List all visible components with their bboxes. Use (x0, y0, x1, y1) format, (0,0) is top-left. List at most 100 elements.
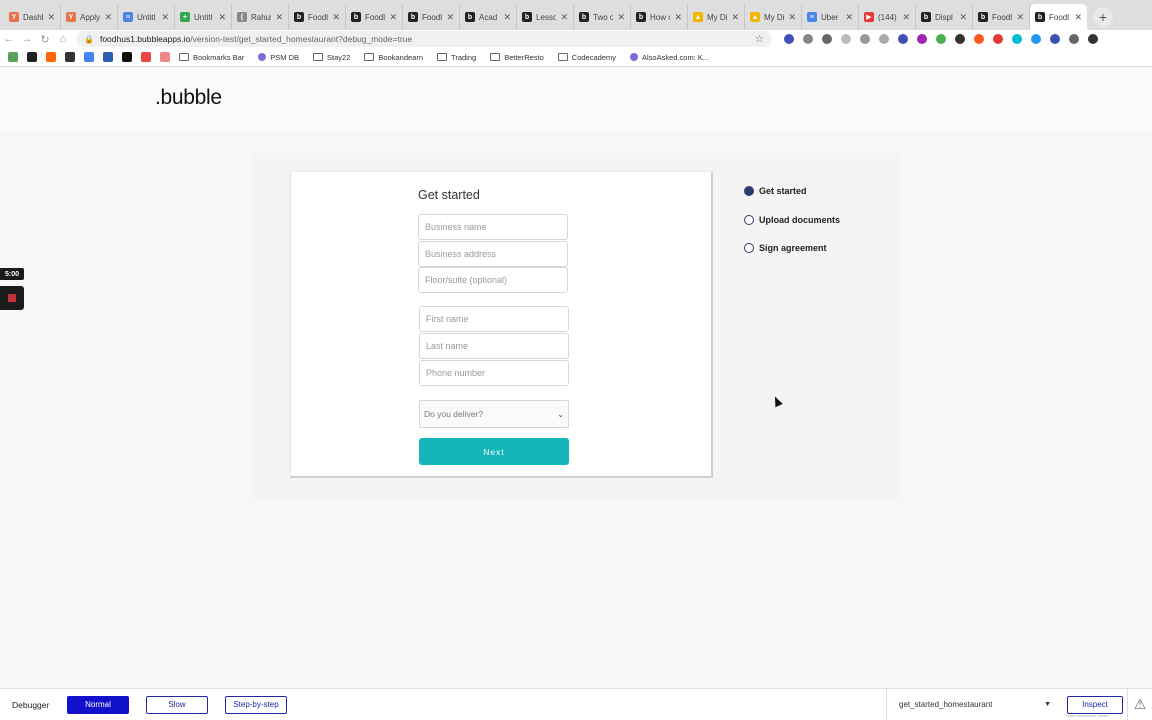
new-tab-button[interactable]: + (1093, 7, 1113, 27)
business-address-input[interactable] (418, 241, 568, 267)
browser-tab[interactable]: ≡ Untitl ✕ (118, 4, 175, 30)
extension-icon[interactable] (974, 34, 984, 44)
close-icon[interactable]: ✕ (104, 12, 112, 23)
browser-tab[interactable]: b Acad ✕ (460, 4, 517, 30)
bookmark-star-icon[interactable]: ☆ (755, 34, 764, 45)
close-icon[interactable]: ✕ (389, 12, 397, 23)
extension-icon[interactable] (917, 34, 927, 44)
bookmark-favicon-icon[interactable] (65, 52, 75, 62)
step-item[interactable]: Sign agreement (744, 241, 840, 255)
page-selector[interactable]: get_started_homestaurant ▼ (895, 695, 1055, 715)
close-icon[interactable]: ✕ (47, 12, 55, 23)
extension-icon[interactable] (1069, 34, 1079, 44)
close-icon[interactable]: ✕ (332, 12, 340, 23)
browser-tab[interactable]: b Displ ✕ (916, 4, 973, 30)
bookmark-favicon-icon[interactable] (141, 52, 151, 62)
extension-icon[interactable] (1088, 34, 1098, 44)
browser-tab[interactable]: + Untitl ✕ (175, 4, 232, 30)
bubble-logo[interactable]: .bubble (155, 86, 222, 110)
bookmark-item[interactable]: AlsoAsked.com: K... (630, 53, 709, 62)
slow-mode-button[interactable]: Slow (146, 695, 208, 714)
bookmark-favicon-icon[interactable] (46, 52, 56, 62)
reload-icon[interactable]: ↻ (36, 33, 54, 46)
close-icon[interactable]: ✕ (788, 12, 796, 23)
last-name-input[interactable] (419, 333, 569, 359)
close-icon[interactable]: ✕ (731, 12, 739, 23)
bookmark-favicon-icon[interactable] (103, 52, 113, 62)
address-bar[interactable]: 🔒 foodhus1.bubbleapps.io/version-test/ge… (76, 31, 772, 47)
bookmark-item[interactable]: Bookmarks Bar (179, 53, 244, 62)
close-icon[interactable]: ✕ (446, 12, 454, 23)
close-icon[interactable]: ✕ (959, 12, 967, 23)
forward-icon[interactable]: → (18, 33, 36, 45)
close-icon[interactable]: ✕ (1074, 12, 1082, 23)
step-by-step-button[interactable]: Step-by-step (225, 695, 287, 714)
close-icon[interactable]: ✕ (503, 12, 511, 23)
warning-icon[interactable]: ⚠ (1127, 689, 1152, 720)
browser-tab[interactable]: b How c ✕ (631, 4, 688, 30)
bookmark-favicon-icon[interactable] (84, 52, 94, 62)
close-icon[interactable]: ✕ (161, 12, 169, 23)
bookmark-item[interactable]: Trading (437, 53, 476, 62)
back-icon[interactable]: ← (0, 33, 18, 45)
close-icon[interactable]: ✕ (1016, 12, 1024, 23)
first-name-input[interactable] (419, 306, 569, 332)
close-icon[interactable]: ✕ (902, 12, 910, 23)
extension-icon[interactable] (1012, 34, 1022, 44)
close-icon[interactable]: ✕ (845, 12, 853, 23)
browser-tab[interactable]: b Foodl ✕ (346, 4, 403, 30)
browser-tab[interactable]: ▲ My Di ✕ (745, 4, 802, 30)
normal-mode-button[interactable]: Normal (67, 695, 129, 714)
close-icon[interactable]: ✕ (617, 12, 625, 23)
extension-icon[interactable] (860, 34, 870, 44)
extension-icon[interactable] (936, 34, 946, 44)
bookmark-favicon-icon[interactable] (27, 52, 37, 62)
bookmark-item[interactable]: PSM DB (258, 53, 299, 62)
browser-tab[interactable]: b Two o ✕ (574, 4, 631, 30)
bookmark-item[interactable]: Stay22 (313, 53, 350, 62)
browser-tab[interactable]: b Lesso ✕ (517, 4, 574, 30)
browser-tab[interactable]: b Foodl ✕ (1030, 4, 1087, 30)
extension-icon[interactable] (784, 34, 794, 44)
extension-icon[interactable] (1050, 34, 1060, 44)
phone-number-input[interactable] (419, 360, 569, 386)
bookmark-favicon-icon[interactable] (160, 52, 170, 62)
browser-tab[interactable]: b Foodl ✕ (289, 4, 346, 30)
browser-tab[interactable]: b Foodl ✕ (403, 4, 460, 30)
close-icon[interactable]: ✕ (560, 12, 568, 23)
extension-icon[interactable] (898, 34, 908, 44)
extension-icon[interactable] (822, 34, 832, 44)
browser-tab[interactable]: b Foodl ✕ (973, 4, 1030, 30)
browser-tab[interactable]: ≡ Uber ✕ (802, 4, 859, 30)
responsive-boxes-toggle[interactable]: Show responsive boxes (1066, 713, 1108, 718)
browser-tab[interactable]: (Rahul ✕ (232, 4, 289, 30)
browser-tab[interactable]: Y Dashb ✕ (4, 4, 61, 30)
deliver-select[interactable]: Do you deliver? ⌄ (419, 400, 569, 428)
step-item[interactable]: Upload documents (744, 213, 840, 227)
browser-tab[interactable]: ▶ (144) ✕ (859, 4, 916, 30)
close-icon[interactable]: ✕ (275, 12, 283, 23)
browser-tab[interactable]: Y Apply ✕ (61, 4, 118, 30)
extension-icon[interactable] (993, 34, 1003, 44)
bookmark-favicon-icon[interactable] (8, 52, 18, 62)
next-button[interactable]: Next (419, 438, 569, 465)
inspect-button[interactable]: Inspect (1067, 695, 1123, 714)
step-item[interactable]: Get started (744, 184, 840, 198)
close-icon[interactable]: ✕ (218, 12, 226, 23)
extension-icon[interactable] (841, 34, 851, 44)
bookmark-item[interactable]: BetterResto (490, 53, 544, 62)
bookmark-item[interactable]: Codecademy (557, 53, 616, 62)
extension-icon[interactable] (879, 34, 889, 44)
home-icon[interactable]: ⌂ (54, 33, 72, 45)
extension-icon[interactable] (955, 34, 965, 44)
tab-favicon-icon: ( (237, 12, 247, 22)
business-name-input[interactable] (418, 214, 568, 240)
bookmark-item[interactable]: Bookandearn (364, 53, 423, 62)
stop-recording-button[interactable] (0, 286, 24, 310)
browser-tab[interactable]: ▲ My Di ✕ (688, 4, 745, 30)
floor-suite-input[interactable] (418, 267, 568, 293)
extension-icon[interactable] (803, 34, 813, 44)
close-icon[interactable]: ✕ (674, 12, 682, 23)
bookmark-favicon-icon[interactable] (122, 52, 132, 62)
extension-icon[interactable] (1031, 34, 1041, 44)
